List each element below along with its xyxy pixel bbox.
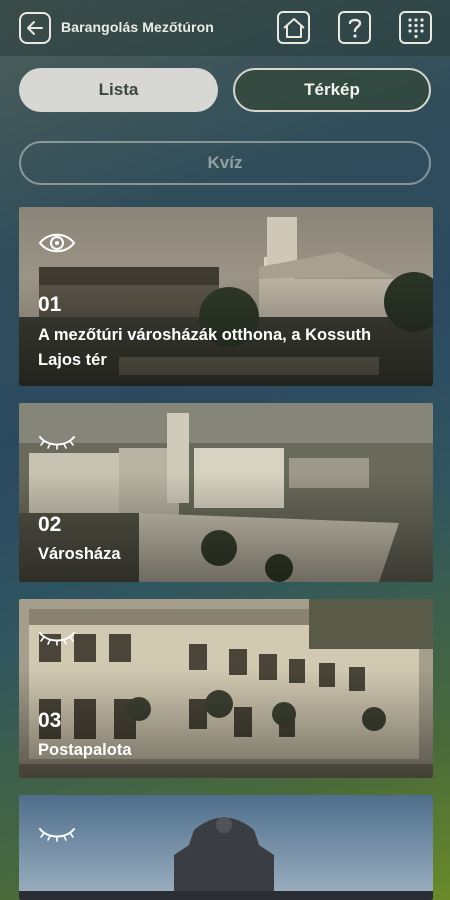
quiz-button[interactable]: Kvíz xyxy=(19,141,431,185)
eye-closed-icon xyxy=(39,436,75,450)
menu-grid-button[interactable] xyxy=(399,11,432,44)
home-icon xyxy=(282,17,305,38)
eye-closed-icon xyxy=(39,632,75,646)
item-number: 01 xyxy=(38,293,62,316)
help-button[interactable] xyxy=(338,11,371,44)
item-name: Postapalota xyxy=(38,741,132,759)
item-name: A mezőtúri városházák otthona, a Kossuth… xyxy=(38,326,372,369)
tab-map[interactable]: Térkép xyxy=(233,68,431,112)
eye-open-icon xyxy=(38,233,76,253)
back-arrow-icon xyxy=(27,21,43,35)
list-item[interactable]: 03 Postapalota xyxy=(19,599,433,778)
question-mark-icon xyxy=(348,18,361,38)
dial-grid-icon xyxy=(407,17,424,38)
app-header: Barangolás Mezőtúron xyxy=(0,0,450,56)
facade-photo-square xyxy=(19,795,433,900)
list-item[interactable]: 02 Városháza xyxy=(19,403,433,582)
home-button[interactable] xyxy=(277,11,310,44)
item-name: Városháza xyxy=(38,545,121,563)
item-number: 03 xyxy=(38,709,62,732)
list-item[interactable] xyxy=(19,795,433,900)
eye-closed-icon xyxy=(39,828,75,842)
tab-list[interactable]: Lista xyxy=(19,68,218,112)
page-title: Barangolás Mezőtúron xyxy=(61,19,214,35)
back-button[interactable] xyxy=(19,12,51,44)
item-number: 02 xyxy=(38,513,62,536)
list-item[interactable]: 01 A mezőtúri városházák otthona, a Koss… xyxy=(19,207,433,386)
